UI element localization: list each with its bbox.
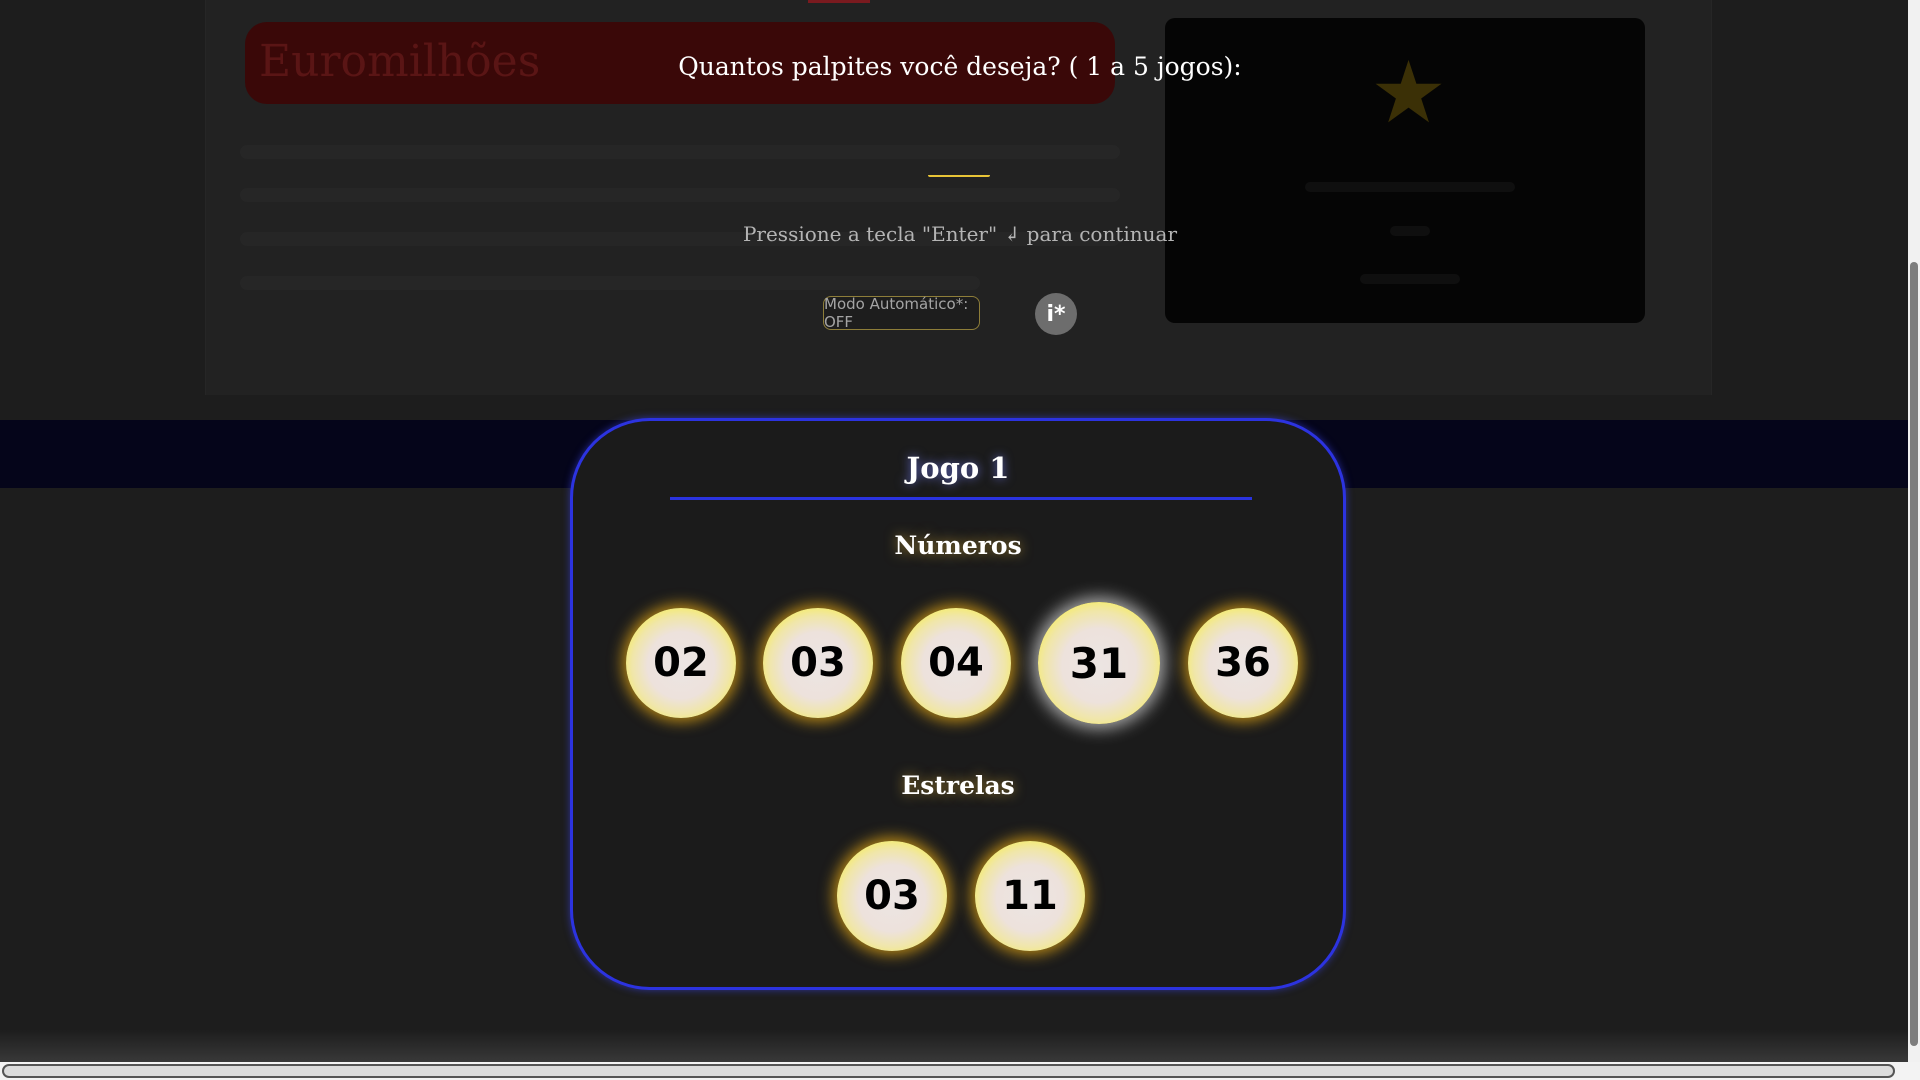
prompt-question: Quantos palpites você deseja? ( 1 a 5 jo… (678, 52, 1242, 81)
prompt-hint: Pressione a tecla "Enter" ↲ para continu… (742, 222, 1178, 246)
games-count-input[interactable] (928, 170, 990, 177)
background-side-line (1305, 182, 1515, 192)
stars-label: Estrelas (901, 771, 1015, 800)
game-title: Jogo 1 (906, 451, 1010, 485)
star-ball: 11 (975, 841, 1085, 951)
number-ball: 02 (626, 608, 736, 718)
background-text-line (240, 276, 980, 290)
game-divider (670, 497, 1252, 500)
number-ball: 04 (901, 608, 1011, 718)
info-button[interactable]: i* (1035, 293, 1077, 335)
auto-mode-toggle-button[interactable]: Modo Automático*: OFF (823, 295, 980, 331)
game-card: Jogo 1 Números 02 03 04 31 36 Estrelas 0… (570, 418, 1346, 990)
background-text-line (240, 188, 1120, 202)
info-icon: i* (1046, 301, 1066, 327)
star-ball: 03 (837, 841, 947, 951)
background-footer (0, 1030, 1910, 1065)
background-text-line (240, 145, 1120, 159)
numbers-label: Números (894, 531, 1022, 560)
number-ball: 36 (1188, 608, 1298, 718)
background-side-line (1360, 274, 1460, 284)
background-tab-indicator (808, 0, 870, 3)
number-ball: 31 (1038, 602, 1160, 724)
vertical-scrollbar-thumb[interactable] (1910, 262, 1918, 1046)
number-ball: 03 (763, 608, 873, 718)
horizontal-scrollbar-thumb[interactable] (2, 1064, 1895, 1078)
